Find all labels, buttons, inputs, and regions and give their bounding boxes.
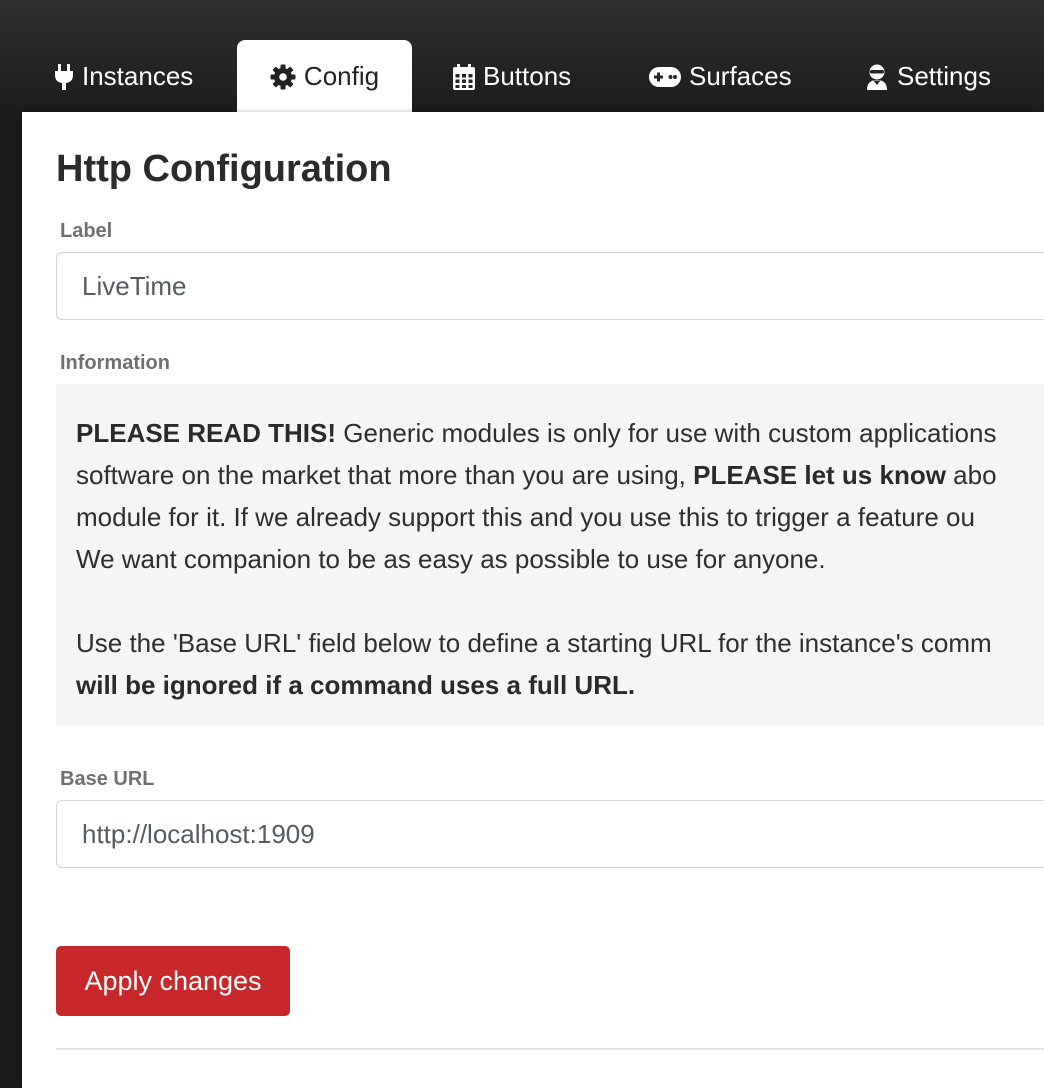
divider [56,1048,1044,1050]
info-line-2-start: software on the market that more than yo… [76,460,694,490]
calendar-grid-icon [453,63,475,90]
tab-buttons-label: Buttons [483,61,572,91]
info-line-5: Use the 'Base URL' field below to define… [76,628,992,658]
tab-config[interactable]: Config [237,40,412,113]
page-title: Http Configuration [56,148,392,190]
info-line-4: We want companion to be as easy as possi… [76,544,826,574]
tab-surfaces-label: Surfaces [689,61,792,91]
base-url-title: Base URL [60,768,155,790]
tab-instances[interactable]: Instances [54,40,193,113]
label-input[interactable] [56,252,1044,320]
apply-changes-button[interactable]: Apply changes [56,946,290,1016]
tab-instances-label: Instances [82,61,194,91]
information-title: Information [60,352,170,374]
info-line-6: will be ignored if a command uses a full… [76,664,1044,706]
info-line-3: module for it. If we already support thi… [76,502,975,532]
user-ninja-icon [865,64,889,90]
base-url-input[interactable] [56,800,1044,868]
information-text: PLEASE READ THIS! Generic modules is onl… [76,412,1044,706]
info-line-1-rest: Generic modules is only for use with cus… [336,418,997,448]
tab-config-label: Config [303,61,380,91]
info-line-6-bold: will be ignored if a command uses a full… [76,670,636,700]
plug-icon [54,63,74,91]
info-line-2: software on the market that more than yo… [76,454,1044,496]
info-line-2-bold: PLEASE let us know [693,460,946,490]
info-line-2-end: abo [945,460,997,490]
tab-bar: Instances Config Buttons Surfaces Settin… [0,40,1044,113]
tab-settings-label: Settings [897,61,991,91]
tab-settings[interactable]: Settings [865,40,991,113]
info-line-1: PLEASE READ THIS! Generic modules is onl… [76,412,1044,454]
info-line-1-bold: PLEASE READ THIS! [76,418,337,448]
gear-icon [270,64,296,90]
config-panel: Http Configuration Label Information PLE… [22,112,1044,1088]
tab-buttons[interactable]: Buttons [453,40,571,113]
information-box: PLEASE READ THIS! Generic modules is onl… [56,384,1044,726]
label-field-title: Label [60,220,113,242]
tab-surfaces[interactable]: Surfaces [649,40,792,113]
gamepad-icon [649,66,681,87]
